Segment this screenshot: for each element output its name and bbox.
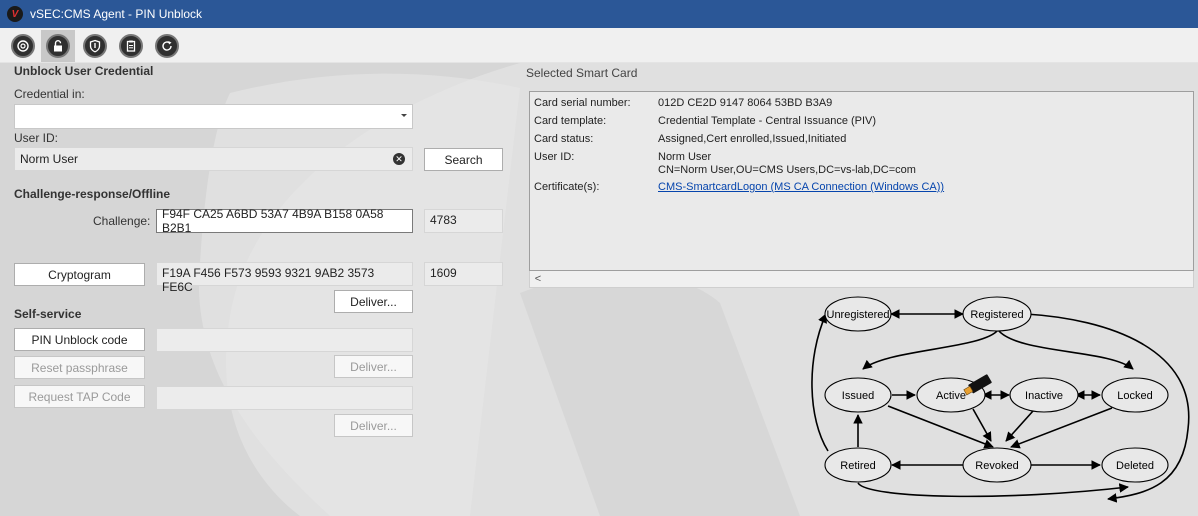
card-status-value: Assigned,Cert enrolled,Issued,Initiated — [658, 133, 847, 145]
label-inactive: Inactive — [1025, 390, 1063, 402]
pin-unblock-code-button[interactable]: PIN Unblock code — [14, 328, 145, 351]
challenge-code-value: 4783 — [430, 213, 457, 227]
label-retired: Retired — [840, 460, 875, 472]
chevron-down-icon — [401, 114, 407, 117]
challenge-label: Challenge: — [93, 214, 151, 228]
credential-in-dropdown[interactable] — [14, 104, 413, 129]
credential-in-label: Credential in: — [14, 87, 85, 101]
edge-active-revoked — [972, 408, 992, 442]
toolbar — [0, 28, 1198, 63]
card-user-id-value: Norm User — [658, 151, 712, 163]
pin-unblock-code-field — [156, 328, 413, 352]
toolbar-clipboard-button[interactable] — [116, 31, 146, 61]
challenge-code-field: 4783 — [424, 209, 503, 233]
scroll-left-icon[interactable]: < — [530, 271, 546, 287]
card-certificates-label: Certificate(s): — [534, 181, 600, 193]
toolbar-unlock-button[interactable] — [41, 30, 75, 62]
lifecycle-diagram: Unregistered Registered Issued Active In… — [811, 296, 1190, 503]
cryptogram-field: F19A F456 F573 9593 9321 9AB2 3573 FE6C — [156, 262, 413, 294]
certificate-link[interactable]: CMS-SmartcardLogon (MS CA Connection (Wi… — [658, 181, 944, 193]
card-template-value: Credential Template - Central Issuance (… — [658, 115, 877, 127]
search-button[interactable]: Search — [424, 148, 503, 171]
unblock-heading: Unblock User Credential — [14, 64, 154, 78]
title-bar: V vSEC:CMS Agent - PIN Unblock — [0, 0, 1198, 28]
selected-card-title: Selected Smart Card — [526, 66, 638, 80]
challenge-value: F94F CA25 A6BD 53A7 4B9A B158 0A58 B2B1 — [162, 207, 384, 235]
card-info-panel: Card serial number: 012D CE2D 9147 8064 … — [529, 91, 1194, 271]
user-id-label: User ID: — [14, 131, 59, 145]
toolbar-shield-button[interactable] — [80, 31, 110, 61]
clipboard-icon — [119, 34, 143, 58]
clear-icon[interactable]: ✕ — [393, 153, 405, 165]
self-service-heading: Self-service — [14, 307, 82, 321]
label-unregistered: Unregistered — [827, 309, 890, 321]
card-user-id-label: User ID: — [534, 151, 575, 163]
request-tap-code-button[interactable]: Request TAP Code — [14, 385, 145, 408]
edge-retired-deleted — [857, 482, 1129, 498]
shield-icon — [83, 34, 107, 58]
edge-registered-locked — [997, 329, 1134, 370]
app-logo-icon: V — [7, 6, 23, 22]
cryptogram-button[interactable]: Cryptogram — [14, 263, 145, 286]
cryptogram-code-field: 1609 — [424, 262, 503, 286]
challenge-input[interactable]: F94F CA25 A6BD 53A7 4B9A B158 0A58 B2B1 — [156, 207, 413, 235]
card-template-label: Card template: — [534, 115, 607, 127]
card-user-dn-value: CN=Norm User,OU=CMS Users,DC=vs-lab,DC=c… — [658, 164, 916, 176]
app-logo-letter: V — [11, 8, 19, 20]
label-registered: Registered — [970, 309, 1023, 321]
label-locked: Locked — [1117, 390, 1152, 402]
edge-locked-revoked — [1010, 407, 1113, 449]
edge-issued-revoked — [887, 405, 994, 449]
main-content: Unblock User Credential Credential in: U… — [0, 63, 1198, 516]
label-deleted: Deleted — [1116, 460, 1154, 472]
refresh-icon — [155, 34, 179, 58]
edge-registered-issued — [862, 329, 999, 370]
edge-inactive-revoked — [1005, 410, 1034, 442]
horizontal-scrollbar[interactable]: < — [529, 271, 1194, 288]
label-revoked: Revoked — [975, 460, 1018, 472]
unlock-icon — [46, 34, 70, 58]
challenge-heading: Challenge-response/Offline — [14, 187, 171, 201]
deliver-button-reset[interactable]: Deliver... — [334, 355, 413, 378]
card-serial-value: 012D CE2D 9147 8064 53BD B3A9 — [658, 97, 833, 109]
deliver-button-tap[interactable]: Deliver... — [334, 414, 413, 437]
toolbar-disc-button[interactable] — [8, 31, 38, 61]
label-active: Active — [936, 390, 966, 402]
window-title: vSEC:CMS Agent - PIN Unblock — [30, 7, 203, 21]
user-id-input[interactable]: Norm User ✕ — [14, 147, 413, 171]
cryptogram-code-value: 1609 — [430, 266, 457, 280]
label-issued: Issued — [842, 390, 874, 402]
deliver-button-cryptogram[interactable]: Deliver... — [334, 290, 413, 313]
toolbar-refresh-button[interactable] — [152, 31, 182, 61]
disc-icon — [11, 34, 35, 58]
edge-retired-unregistered — [811, 313, 829, 452]
card-serial-label: Card serial number: — [534, 97, 631, 109]
card-status-label: Card status: — [534, 133, 594, 145]
user-id-value: Norm User — [20, 152, 79, 166]
tap-code-field — [156, 386, 413, 410]
reset-passphrase-button[interactable]: Reset passphrase — [14, 356, 145, 379]
